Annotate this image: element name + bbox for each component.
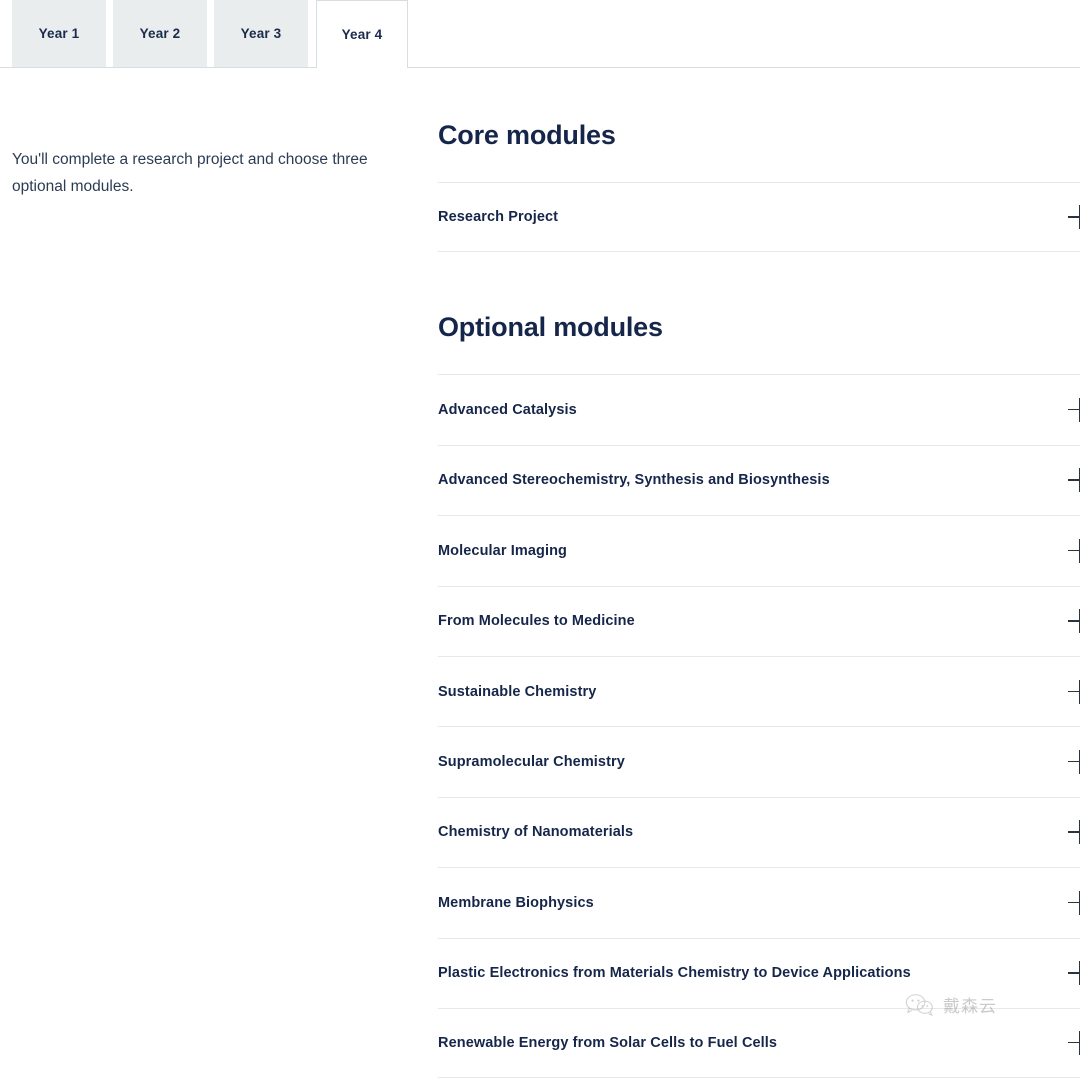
module-section: Optional modules Advanced Catalysis Advanc… bbox=[438, 310, 1080, 1078]
intro-text: You'll complete a research project and c… bbox=[12, 150, 368, 195]
plus-icon[interactable] bbox=[1068, 398, 1080, 423]
tab-year-1[interactable]: Year 1 bbox=[12, 0, 106, 67]
module-title: From Molecules to Medicine bbox=[438, 613, 635, 630]
module-row[interactable]: From Molecules to Medicine bbox=[438, 585, 1080, 656]
modules-column: Core modules Research Project Optional mod… bbox=[438, 118, 1080, 1078]
plus-icon[interactable] bbox=[1068, 750, 1080, 775]
module-title: Advanced Catalysis bbox=[438, 402, 577, 419]
module-title: Renewable Energy from Solar Cells to Fue… bbox=[438, 1035, 778, 1052]
module-row[interactable]: Membrane Biophysics bbox=[438, 867, 1080, 937]
tabstrip-underline bbox=[0, 67, 1080, 68]
module-row[interactable]: Research Project bbox=[438, 182, 1080, 253]
module-title: Research Project bbox=[438, 209, 559, 226]
tab-label: Year 1 bbox=[38, 26, 80, 41]
plus-icon[interactable] bbox=[1068, 468, 1080, 493]
plus-icon[interactable] bbox=[1068, 609, 1080, 634]
plus-icon[interactable] bbox=[1068, 205, 1080, 230]
module-title: Plastic Electronics from Materials Chemi… bbox=[438, 965, 911, 982]
plus-icon[interactable] bbox=[1068, 961, 1080, 986]
plus-icon[interactable] bbox=[1068, 820, 1080, 845]
tab-label: Year 2 bbox=[139, 26, 181, 41]
module-title: Sustainable Chemistry bbox=[438, 683, 597, 700]
plus-icon[interactable] bbox=[1068, 679, 1080, 704]
module-row[interactable]: Molecular Imaging bbox=[438, 515, 1080, 585]
module-row[interactable]: Advanced Catalysis bbox=[438, 374, 1080, 444]
tab-label: Year 3 bbox=[240, 26, 282, 41]
module-row[interactable]: Advanced Stereochemistry, Synthesis and … bbox=[438, 444, 1080, 515]
intro-column: You'll complete a research project and c… bbox=[12, 130, 392, 215]
module-title: Chemistry of Nanomaterials bbox=[438, 824, 634, 841]
module-title: Molecular Imaging bbox=[438, 542, 567, 559]
section-heading: Core modules bbox=[438, 120, 616, 150]
tab-year-3[interactable]: Year 3 bbox=[214, 0, 308, 67]
section-heading: Optional modules bbox=[438, 312, 663, 343]
module-title: Advanced Stereochemistry, Synthesis and … bbox=[438, 472, 830, 489]
module-row[interactable]: Plastic Electronics from Materials Chemi… bbox=[438, 937, 1080, 1008]
module-title: Supramolecular Chemistry bbox=[438, 754, 625, 771]
tab-label: Year 4 bbox=[341, 27, 383, 42]
year-tabs: Year 1 Year 2 Year 3 Year 4 bbox=[0, 0, 1080, 68]
module-row[interactable]: Chemistry of Nanomaterials bbox=[438, 796, 1080, 867]
tab-year-4[interactable]: Year 4 bbox=[316, 0, 408, 68]
module-row[interactable]: Supramolecular Chemistry bbox=[438, 726, 1080, 796]
tab-year-2[interactable]: Year 2 bbox=[113, 0, 207, 67]
module-section: Core modules Research Project bbox=[438, 118, 1080, 253]
plus-icon[interactable] bbox=[1068, 890, 1080, 915]
module-title: Membrane Biophysics bbox=[438, 894, 594, 911]
module-row[interactable]: Renewable Energy from Solar Cells to Fue… bbox=[438, 1007, 1080, 1078]
plus-icon[interactable] bbox=[1068, 538, 1080, 563]
module-row[interactable]: Sustainable Chemistry bbox=[438, 655, 1080, 726]
plus-icon[interactable] bbox=[1068, 1031, 1080, 1056]
